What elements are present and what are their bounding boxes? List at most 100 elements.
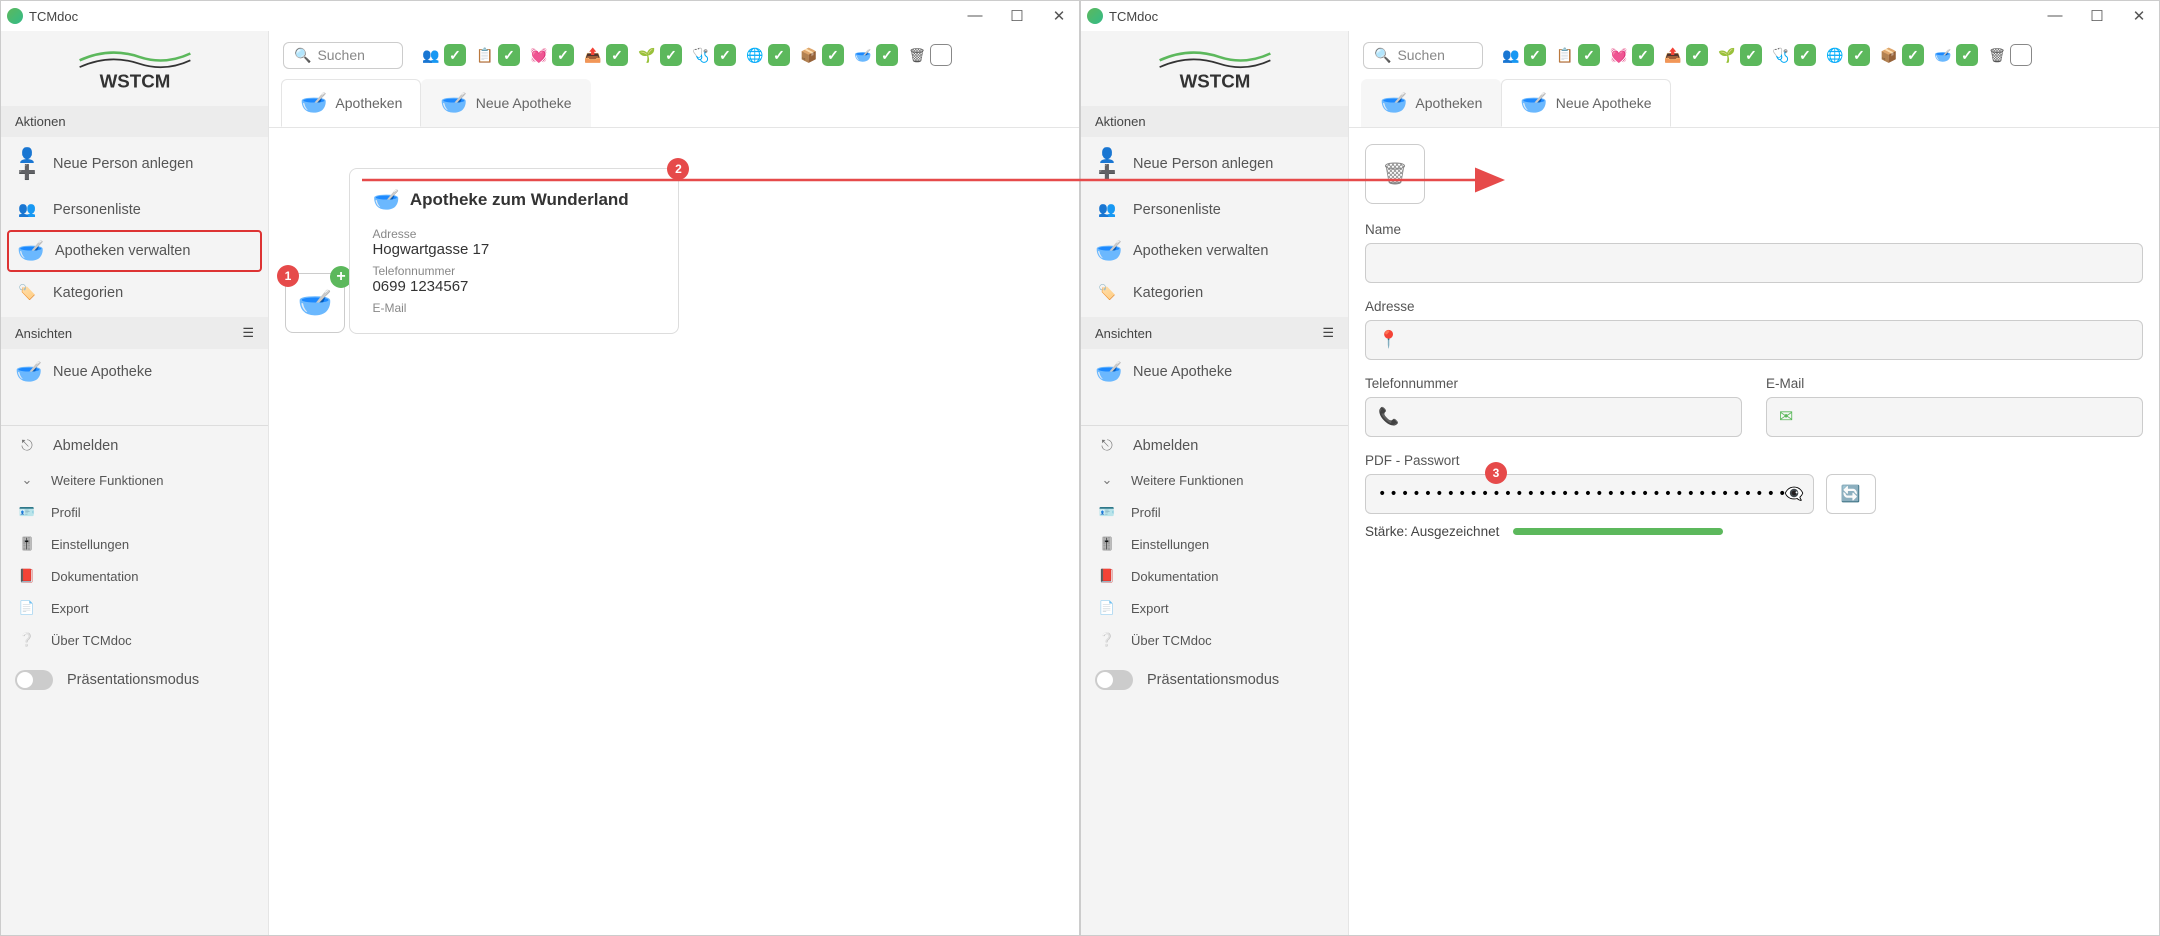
check-icon: ✓ bbox=[1578, 44, 1600, 66]
close-button[interactable]: ✕ bbox=[1045, 7, 1073, 25]
maximize-button[interactable]: ☐ bbox=[1003, 7, 1031, 25]
tab-apotheken[interactable]: 🥣Apotheken bbox=[1361, 79, 1501, 127]
sidebar-item-personlist[interactable]: 👥 Personenliste bbox=[1, 191, 268, 228]
trash-icon: 🗑 bbox=[906, 44, 928, 66]
search-input[interactable]: 🔍Suchen bbox=[1363, 42, 1483, 69]
mortar-icon: 🥣 bbox=[300, 90, 327, 116]
check-icon: ✓ bbox=[822, 44, 844, 66]
presentation-toggle[interactable] bbox=[1095, 670, 1133, 690]
sidebar-item-profil[interactable]: 🪪Profil bbox=[1081, 496, 1348, 528]
sidebar-item-label: Abmelden bbox=[53, 438, 118, 454]
label-adresse: Adresse bbox=[372, 227, 656, 241]
name-input[interactable] bbox=[1365, 243, 2143, 283]
minimize-button[interactable]: — bbox=[2041, 7, 2069, 25]
book-icon: 📕 bbox=[15, 568, 39, 584]
location-icon: 📍 bbox=[1378, 330, 1399, 350]
plant-icon: 🌱 bbox=[1716, 44, 1738, 66]
sidebar-item-weitere[interactable]: ⌄ Weitere Funktionen bbox=[1, 464, 268, 496]
pulse-icon: 💓 bbox=[1608, 44, 1630, 66]
adresse-input[interactable]: 📍 bbox=[1365, 320, 2143, 360]
callout-1: 1 bbox=[277, 265, 299, 287]
sidebar-item-about[interactable]: ❔Über TCMdoc bbox=[1081, 624, 1348, 656]
filter-icons: 👥✓ 📋✓ 💓✓ 📤✓ 🌱✓ 🩺✓ 🌐✓ 📦✓ 🥣✓ 🗑 bbox=[417, 41, 955, 69]
unchecked-icon bbox=[2010, 44, 2032, 66]
check-icon: ✓ bbox=[1524, 44, 1546, 66]
tab-neue-apotheke[interactable]: 🥣Neue Apotheke bbox=[421, 79, 590, 127]
email-input[interactable]: ✉ bbox=[1766, 397, 2143, 437]
titlebar: TCMdoc — ☐ ✕ bbox=[1081, 1, 2159, 31]
pdf-password-input[interactable]: ••••••••••••••••••••••••••••••••••••• bbox=[1365, 474, 1814, 514]
callout-3: 3 bbox=[1485, 462, 1507, 484]
check-icon: ✓ bbox=[444, 44, 466, 66]
main-panel: 🔍Suchen 👥✓ 📋✓ 💓✓ 📤✓ 🌱✓ 🩺✓ 🌐✓ 📦✓ 🥣✓ 🗑 🥣Ap… bbox=[1349, 31, 2159, 935]
presentation-toggle-row: Präsentationsmodus bbox=[1081, 656, 1348, 704]
brand-logo: WSTCM bbox=[1081, 31, 1348, 106]
toolbar: 🔍Suchen 👥✓ 📋✓ 💓✓ 📤✓ 🌱✓ 🩺✓ 🌐✓ 📦✓ 🥣✓ 🗑 bbox=[269, 31, 1079, 79]
sidebar-item-neue-apotheke[interactable]: 🥣Neue Apotheke bbox=[1081, 349, 1348, 395]
eye-off-icon[interactable]: 👁‍🗨 bbox=[1784, 484, 1804, 504]
minimize-button[interactable]: — bbox=[961, 7, 989, 25]
tab-neue-apotheke[interactable]: 🥣Neue Apotheke bbox=[1501, 79, 1670, 127]
check-icon: ✓ bbox=[660, 44, 682, 66]
delete-button[interactable]: 🗑 bbox=[1365, 144, 1425, 204]
plant-icon: 🌱 bbox=[636, 44, 658, 66]
filter-icons: 👥✓ 📋✓ 💓✓ 📤✓ 🌱✓ 🩺✓ 🌐✓ 📦✓ 🥣✓ 🗑 bbox=[1497, 41, 2035, 69]
presentation-toggle[interactable] bbox=[15, 670, 53, 690]
sidebar-item-export[interactable]: 📄Export bbox=[1081, 592, 1348, 624]
sidebar-item-profil[interactable]: 🪪Profil bbox=[1, 496, 268, 528]
sidebar-item-personlist[interactable]: 👥Personenliste bbox=[1081, 191, 1348, 228]
check-icon: ✓ bbox=[1902, 44, 1924, 66]
mortar-icon: 🥣 bbox=[372, 187, 399, 213]
presentation-label: Präsentationsmodus bbox=[67, 672, 199, 688]
globe-icon: 🌐 bbox=[744, 44, 766, 66]
trash-icon: 🗑 bbox=[1986, 44, 2008, 66]
search-icon: 🔍 bbox=[1374, 47, 1391, 64]
logout-icon: ⎋ bbox=[1095, 438, 1119, 454]
mail-icon: ✉ bbox=[1779, 407, 1793, 427]
pharmacy-card[interactable]: 🥣Apotheke zum Wunderland Adresse Hogwart… bbox=[349, 168, 679, 334]
toolbar: 🔍Suchen 👥✓ 📋✓ 💓✓ 📤✓ 🌱✓ 🩺✓ 🌐✓ 📦✓ 🥣✓ 🗑 bbox=[1349, 31, 2159, 79]
id-card-icon: 🪪 bbox=[15, 504, 39, 520]
pharmacy-card-title: 🥣Apotheke zum Wunderland bbox=[372, 187, 656, 213]
strength-bar bbox=[1513, 528, 1723, 535]
export-icon: 📄 bbox=[15, 600, 39, 616]
chevron-down-icon: ⌄ bbox=[15, 472, 39, 488]
sidebar-item-apotheken-verwalten[interactable]: 🥣 Apotheken verwalten bbox=[7, 230, 262, 272]
search-input[interactable]: 🔍Suchen bbox=[283, 42, 403, 69]
presentation-toggle-row: Präsentationsmodus bbox=[1, 656, 268, 704]
label-email: E-Mail bbox=[372, 301, 656, 315]
sidebar-item-kategorien[interactable]: 🏷️Kategorien bbox=[1081, 274, 1348, 311]
sidebar-item-apotheken-verwalten[interactable]: 🥣Apotheken verwalten bbox=[1081, 228, 1348, 274]
sidebar-item-label: Apotheken verwalten bbox=[55, 243, 190, 259]
hamburger-icon[interactable]: ☰ bbox=[1322, 325, 1334, 341]
sidebar-item-label: Neue Apotheke bbox=[53, 364, 152, 380]
regenerate-password-button[interactable]: 🔄 bbox=[1826, 474, 1876, 514]
sidebar-item-export[interactable]: 📄Export bbox=[1, 592, 268, 624]
send-icon: 📤 bbox=[582, 44, 604, 66]
sidebar-item-einstellungen[interactable]: 🎚️Einstellungen bbox=[1081, 528, 1348, 560]
tel-input[interactable]: 📞 bbox=[1365, 397, 1742, 437]
sidebar-item-kategorien[interactable]: 🏷️ Kategorien bbox=[1, 274, 268, 311]
sidebar-item-neue-apotheke[interactable]: 🥣 Neue Apotheke bbox=[1, 349, 268, 395]
close-button[interactable]: ✕ bbox=[2125, 7, 2153, 25]
check-icon: ✓ bbox=[1740, 44, 1762, 66]
label-tel: Telefonnummer bbox=[372, 264, 656, 278]
sidebar-item-dokumentation[interactable]: 📕Dokumentation bbox=[1081, 560, 1348, 592]
sidebar-item-abmelden[interactable]: ⎋ Abmelden bbox=[1, 428, 268, 464]
tab-apotheken[interactable]: 🥣Apotheken bbox=[281, 79, 421, 127]
sidebar-item-about[interactable]: ❔Über TCMdoc bbox=[1, 624, 268, 656]
help-icon: ❔ bbox=[15, 632, 39, 648]
maximize-button[interactable]: ☐ bbox=[2083, 7, 2111, 25]
sidebar-item-dokumentation[interactable]: 📕Dokumentation bbox=[1, 560, 268, 592]
sidebar-item-weitere[interactable]: ⌄Weitere Funktionen bbox=[1081, 464, 1348, 496]
people-icon: 👥 bbox=[1500, 44, 1522, 66]
titlebar: TCMdoc — ☐ ✕ bbox=[1, 1, 1079, 31]
refresh-icon: 🔄 bbox=[1841, 484, 1861, 504]
sidebar-item-new-person[interactable]: 👤➕Neue Person anlegen bbox=[1081, 137, 1348, 191]
sidebar-item-new-person[interactable]: 👤➕ Neue Person anlegen bbox=[1, 137, 268, 191]
sidebar-item-einstellungen[interactable]: 🎚️Einstellungen bbox=[1, 528, 268, 560]
sidebar-item-abmelden[interactable]: ⎋Abmelden bbox=[1081, 428, 1348, 464]
box-icon: 📦 bbox=[798, 44, 820, 66]
value-adresse: Hogwartgasse 17 bbox=[372, 241, 656, 258]
hamburger-icon[interactable]: ☰ bbox=[242, 325, 254, 341]
